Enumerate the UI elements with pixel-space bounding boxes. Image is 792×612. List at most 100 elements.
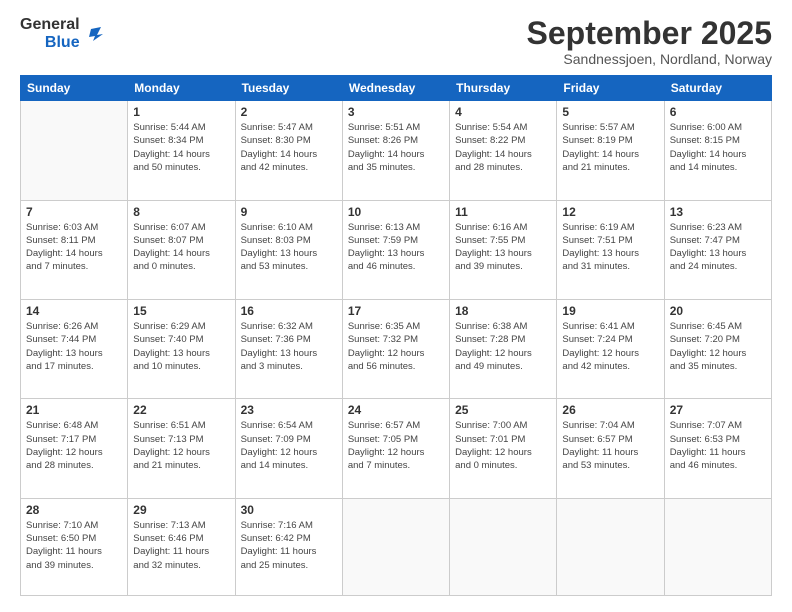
table-cell: 25 Sunrise: 7:00 AM Sunset: 7:01 PM Dayli…: [450, 399, 557, 498]
table-cell: 23Sunrise: 6:54 AM Sunset: 7:09 PM Dayli…: [235, 399, 342, 498]
month-title: September 2025: [527, 16, 772, 51]
day-info: Sunrise: 7:16 AM Sunset: 6:42 PM Dayligh…: [241, 519, 337, 572]
table-cell: 26 Sunrise: 7:04 AM Sunset: 6:57 PM Dayli…: [557, 399, 664, 498]
day-info: Sunrise: 6:19 AM Sunset: 7:51 PM Dayligh…: [562, 221, 658, 274]
day-info: Sunrise: 6:38 AM Sunset: 7:28 PM Dayligh…: [455, 320, 551, 373]
calendar-table: Sunday Monday Tuesday Wednesday Thursday…: [20, 75, 772, 596]
header-row: Sunday Monday Tuesday Wednesday Thursday…: [21, 76, 772, 101]
day-info: Sunrise: 7:00 AM Sunset: 7:01 PM Dayligh…: [455, 419, 551, 472]
header: General Blue September 2025 Sandnessjoen…: [20, 16, 772, 67]
table-cell: 3 Sunrise: 5:51 AM Sunset: 8:26 PM Daylig…: [342, 101, 449, 200]
header-thursday: Thursday: [450, 76, 557, 101]
week-row-3: 14 Sunrise: 6:26 AM Sunset: 7:44 PM Dayli…: [21, 300, 772, 399]
table-cell: 4 Sunrise: 5:54 AM Sunset: 8:22 PM Daylig…: [450, 101, 557, 200]
table-cell: [21, 101, 128, 200]
day-number: 17: [348, 304, 444, 318]
table-cell: 29 Sunrise: 7:13 AM Sunset: 6:46 PM Dayli…: [128, 498, 235, 595]
week-row-5: 28Sunrise: 7:10 AM Sunset: 6:50 PM Dayli…: [21, 498, 772, 595]
table-cell: 10 Sunrise: 6:13 AM Sunset: 7:59 PM Dayli…: [342, 200, 449, 299]
day-number: 5: [562, 105, 658, 119]
day-info: Sunrise: 6:57 AM Sunset: 7:05 PM Dayligh…: [348, 419, 444, 472]
table-cell: 5 Sunrise: 5:57 AM Sunset: 8:19 PM Daylig…: [557, 101, 664, 200]
logo-blue: Blue: [45, 34, 80, 52]
day-info: Sunrise: 6:45 AM Sunset: 7:20 PM Dayligh…: [670, 320, 766, 373]
day-number: 26: [562, 403, 658, 417]
day-number: 19: [562, 304, 658, 318]
table-cell: [450, 498, 557, 595]
day-number: 24: [348, 403, 444, 417]
day-number: 14: [26, 304, 122, 318]
day-number: 15: [133, 304, 229, 318]
day-info: Sunrise: 6:35 AM Sunset: 7:32 PM Dayligh…: [348, 320, 444, 373]
table-cell: 24 Sunrise: 6:57 AM Sunset: 7:05 PM Dayli…: [342, 399, 449, 498]
day-info: Sunrise: 6:26 AM Sunset: 7:44 PM Dayligh…: [26, 320, 122, 373]
day-number: 18: [455, 304, 551, 318]
logo-bird-icon: [83, 23, 105, 45]
header-tuesday: Tuesday: [235, 76, 342, 101]
table-cell: 16Sunrise: 6:32 AM Sunset: 7:36 PM Dayli…: [235, 300, 342, 399]
day-number: 6: [670, 105, 766, 119]
table-cell: [664, 498, 771, 595]
table-cell: 22Sunrise: 6:51 AM Sunset: 7:13 PM Dayli…: [128, 399, 235, 498]
day-number: 12: [562, 205, 658, 219]
table-cell: 17 Sunrise: 6:35 AM Sunset: 7:32 PM Dayli…: [342, 300, 449, 399]
day-number: 8: [133, 205, 229, 219]
title-block: September 2025 Sandnessjoen, Nordland, N…: [527, 16, 772, 67]
day-info: Sunrise: 5:44 AM Sunset: 8:34 PM Dayligh…: [133, 121, 229, 174]
day-number: 30: [241, 503, 337, 517]
day-info: Sunrise: 6:23 AM Sunset: 7:47 PM Dayligh…: [670, 221, 766, 274]
header-monday: Monday: [128, 76, 235, 101]
day-info: Sunrise: 6:10 AM Sunset: 8:03 PM Dayligh…: [241, 221, 337, 274]
table-cell: 2Sunrise: 5:47 AM Sunset: 8:30 PM Daylig…: [235, 101, 342, 200]
day-number: 25: [455, 403, 551, 417]
day-number: 2: [241, 105, 337, 119]
header-saturday: Saturday: [664, 76, 771, 101]
table-cell: 14 Sunrise: 6:26 AM Sunset: 7:44 PM Dayli…: [21, 300, 128, 399]
day-number: 9: [241, 205, 337, 219]
day-number: 21: [26, 403, 122, 417]
logo-general: General: [20, 16, 80, 34]
day-info: Sunrise: 6:29 AM Sunset: 7:40 PM Dayligh…: [133, 320, 229, 373]
day-info: Sunrise: 6:51 AM Sunset: 7:13 PM Dayligh…: [133, 419, 229, 472]
day-info: Sunrise: 7:13 AM Sunset: 6:46 PM Dayligh…: [133, 519, 229, 572]
day-number: 3: [348, 105, 444, 119]
day-info: Sunrise: 6:48 AM Sunset: 7:17 PM Dayligh…: [26, 419, 122, 472]
header-sunday: Sunday: [21, 76, 128, 101]
day-info: Sunrise: 6:00 AM Sunset: 8:15 PM Dayligh…: [670, 121, 766, 174]
table-cell: 21 Sunrise: 6:48 AM Sunset: 7:17 PM Dayli…: [21, 399, 128, 498]
day-number: 11: [455, 205, 551, 219]
day-number: 27: [670, 403, 766, 417]
day-info: Sunrise: 6:54 AM Sunset: 7:09 PM Dayligh…: [241, 419, 337, 472]
header-wednesday: Wednesday: [342, 76, 449, 101]
day-number: 13: [670, 205, 766, 219]
day-number: 20: [670, 304, 766, 318]
table-cell: 19 Sunrise: 6:41 AM Sunset: 7:24 PM Dayli…: [557, 300, 664, 399]
day-info: Sunrise: 5:54 AM Sunset: 8:22 PM Dayligh…: [455, 121, 551, 174]
day-info: Sunrise: 5:51 AM Sunset: 8:26 PM Dayligh…: [348, 121, 444, 174]
table-cell: 8Sunrise: 6:07 AM Sunset: 8:07 PM Daylig…: [128, 200, 235, 299]
table-cell: 7 Sunrise: 6:03 AM Sunset: 8:11 PM Daylig…: [21, 200, 128, 299]
table-cell: 28Sunrise: 7:10 AM Sunset: 6:50 PM Dayli…: [21, 498, 128, 595]
table-cell: [557, 498, 664, 595]
day-number: 4: [455, 105, 551, 119]
table-cell: 9 Sunrise: 6:10 AM Sunset: 8:03 PM Daylig…: [235, 200, 342, 299]
day-info: Sunrise: 6:41 AM Sunset: 7:24 PM Dayligh…: [562, 320, 658, 373]
day-info: Sunrise: 6:03 AM Sunset: 8:11 PM Dayligh…: [26, 221, 122, 274]
day-number: 16: [241, 304, 337, 318]
day-info: Sunrise: 7:10 AM Sunset: 6:50 PM Dayligh…: [26, 519, 122, 572]
day-info: Sunrise: 6:13 AM Sunset: 7:59 PM Dayligh…: [348, 221, 444, 274]
header-friday: Friday: [557, 76, 664, 101]
logo: General Blue: [20, 16, 105, 51]
day-info: Sunrise: 5:57 AM Sunset: 8:19 PM Dayligh…: [562, 121, 658, 174]
table-cell: 12 Sunrise: 6:19 AM Sunset: 7:51 PM Dayli…: [557, 200, 664, 299]
day-number: 29: [133, 503, 229, 517]
day-info: Sunrise: 7:04 AM Sunset: 6:57 PM Dayligh…: [562, 419, 658, 472]
table-cell: 15 Sunrise: 6:29 AM Sunset: 7:40 PM Dayli…: [128, 300, 235, 399]
day-number: 7: [26, 205, 122, 219]
table-cell: [342, 498, 449, 595]
table-cell: 13 Sunrise: 6:23 AM Sunset: 7:47 PM Dayli…: [664, 200, 771, 299]
table-cell: 18 Sunrise: 6:38 AM Sunset: 7:28 PM Dayli…: [450, 300, 557, 399]
day-number: 10: [348, 205, 444, 219]
week-row-2: 7 Sunrise: 6:03 AM Sunset: 8:11 PM Daylig…: [21, 200, 772, 299]
table-cell: 6 Sunrise: 6:00 AM Sunset: 8:15 PM Daylig…: [664, 101, 771, 200]
